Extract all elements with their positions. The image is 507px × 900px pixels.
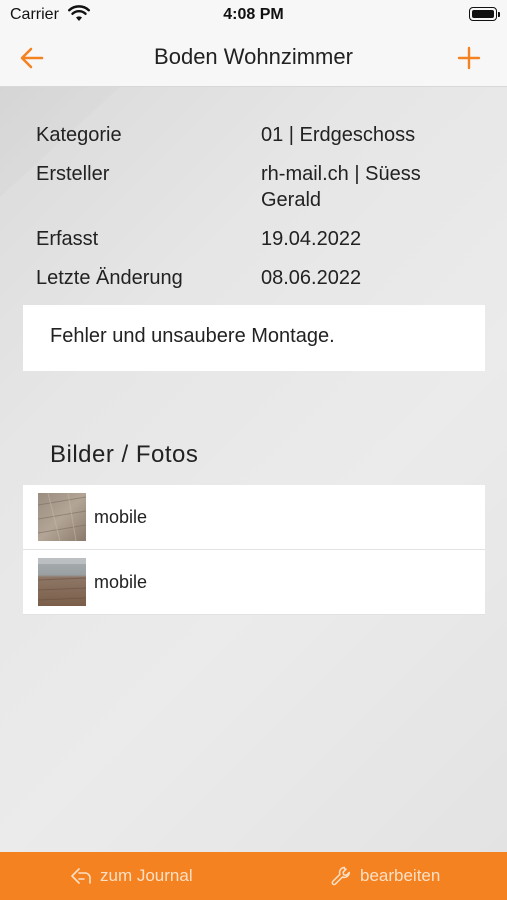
detail-label-kategorie: Kategorie [36,124,122,146]
description-card: Fehler und unsaubere Montage. [23,305,485,371]
photo-thumbnail [38,493,86,541]
photo-thumbnail [38,558,86,606]
bottom-action-bar: zum Journal bearbeiten [0,852,507,900]
photos-section-title: Bilder / Fotos [50,441,199,468]
detail-label-erfasst: Erfasst [36,228,99,250]
detail-label-ersteller: Ersteller [36,163,110,185]
photo-label: mobile [94,507,148,527]
add-button[interactable] [455,44,483,72]
photo-label: mobile [94,572,148,592]
detail-value-letzte-aenderung: 08.06.2022 [261,267,362,289]
photo-list-item[interactable]: mobile [23,485,485,550]
detail-value-kategorie: 01 | Erdgeschoss [261,124,416,146]
journal-button[interactable]: zum Journal [70,852,193,900]
clock: 4:08 PM [223,6,284,23]
detail-label-letzte-aenderung: Letzte Änderung [36,267,183,289]
detail-value-ersteller: rh-mail.ch | Süess Gerald [261,163,421,211]
status-bar: Carrier 4:08 PM [0,0,507,30]
battery-icon [469,7,500,21]
photo-list: mobile mobile [23,485,485,615]
page-title: Boden Wohnzimmer [154,44,353,69]
journal-button-label: zum Journal [100,866,193,885]
navigation-bar: Boden Wohnzimmer [0,30,507,87]
edit-button[interactable]: bearbeiten [330,852,440,900]
photo-list-item[interactable]: mobile [23,550,485,615]
plus-icon [457,46,481,70]
reply-arrow-icon [71,868,91,884]
detail-value-erfasst: 19.04.2022 [261,228,362,250]
description-text: Fehler und unsaubere Montage. [50,325,335,347]
wrench-icon [331,866,351,886]
edit-button-label: bearbeiten [360,866,441,885]
